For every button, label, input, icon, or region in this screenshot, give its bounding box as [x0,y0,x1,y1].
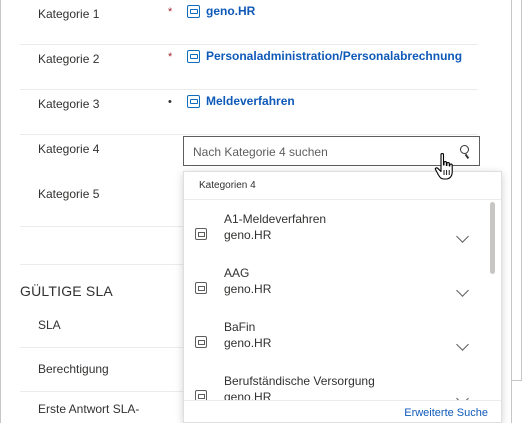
field-label-berechtigung: Berechtigung [38,362,109,376]
chevron-down-icon[interactable] [456,230,469,243]
section-divider [20,264,186,265]
field-label: Kategorie 4 [38,142,100,156]
category-entity-icon [195,228,207,240]
field-divider [20,347,186,348]
list-item-title: A1-Meldeverfahren [224,212,327,226]
dropdown-header: Kategorien 4 [199,180,256,191]
required-marker: * [168,6,173,18]
form-row-kategorie-1: Kategorie 1 * geno.HR [20,0,478,45]
search-icon[interactable] [460,145,469,154]
list-item[interactable]: A1-Meldeverfahren geno.HR [184,210,484,262]
field-label: Kategorie 5 [38,187,100,201]
list-item-title: BaFin [224,320,256,334]
lookup-value-kategorie-2[interactable]: Personaladministration/Personalabrechnun… [187,49,462,63]
lookup-entity-icon [187,4,200,18]
lookup-entity-icon [187,94,200,108]
advanced-search-link[interactable]: Erweiterte Suche [404,407,488,419]
lookup-value-kategorie-3[interactable]: Meldeverfahren [187,94,295,108]
list-item-subtitle: geno.HR [224,282,272,296]
category-entity-icon [195,282,207,294]
section-divider [20,226,186,227]
form-row-kategorie-2: Kategorie 2 * Personaladministration/Per… [20,45,478,90]
required-marker: * [168,51,173,63]
field-divider [20,391,186,392]
dropdown-header-divider [184,199,501,200]
frame-left-border [0,0,1,423]
lookup-entity-icon [187,49,200,63]
frame-bottom-border [511,380,522,381]
frame-right-border [511,0,512,423]
dropdown-footer: Erweiterte Suche [184,400,501,422]
field-label-erste-antwort-sla: Erste Antwort SLA- [38,402,140,416]
list-item-subtitle: geno.HR [224,336,272,350]
lookup-results-dropdown: Kategorien 4 A1-Meldeverfahren geno.HR A… [183,171,502,423]
chevron-down-icon[interactable] [456,338,469,351]
search-placeholder: Nach Kategorie 4 suchen [193,145,328,159]
list-item[interactable]: AAG geno.HR [184,264,484,316]
field-label: Kategorie 3 [38,97,100,111]
category-entity-icon [195,336,207,348]
section-title-gueltige-sla: GÜLTIGE SLA [20,283,113,299]
lookup-value-text[interactable]: Personaladministration/Personalabrechnun… [206,49,462,63]
recommended-marker: • [168,96,172,108]
lookup-value-text[interactable]: Meldeverfahren [206,94,295,108]
field-label: Kategorie 2 [38,52,100,66]
dropdown-scrollbar[interactable] [490,202,495,274]
field-label-sla: SLA [38,318,61,332]
field-label: Kategorie 1 [38,7,100,21]
hand-pointer-cursor-icon [434,152,453,180]
frame-right-border-outer [521,0,522,380]
chevron-down-icon[interactable] [456,284,469,297]
list-item-subtitle: geno.HR [224,228,272,242]
list-item-title: Berufständische Versorgung [224,374,375,388]
list-item[interactable]: BaFin geno.HR [184,318,484,370]
list-item-title: AAG [224,266,250,280]
form-row-kategorie-3: Kategorie 3 • Meldeverfahren [20,90,478,135]
lookup-value-kategorie-1[interactable]: geno.HR [187,4,255,18]
lookup-value-text[interactable]: geno.HR [206,4,255,18]
